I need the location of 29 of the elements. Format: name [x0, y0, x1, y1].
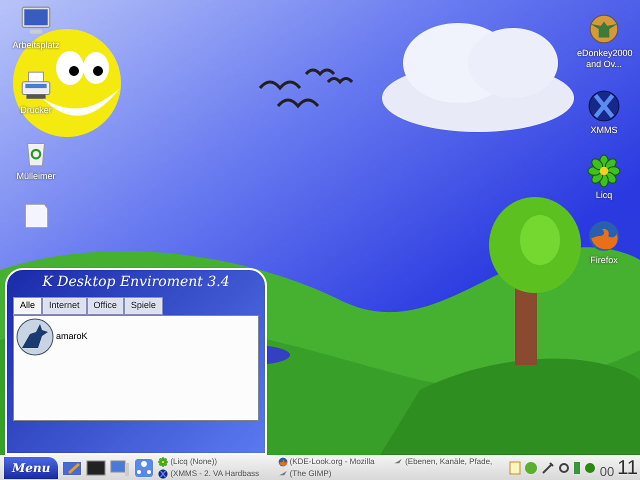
monitor-icon[interactable] [110, 458, 130, 478]
clipboard-icon[interactable] [508, 460, 521, 474]
launcher-tab[interactable]: Internet [42, 297, 87, 314]
globe-icon [587, 219, 621, 253]
task-button[interactable]: (Ebenen, Kanäle, Pfade, [405, 456, 492, 468]
ring-icon[interactable] [558, 462, 570, 474]
clock[interactable]: 00 11 [600, 458, 640, 478]
launcher-title: K Desktop Enviroment 3.4 [41, 273, 231, 292]
launcher-tab[interactable]: Alle [13, 297, 42, 314]
launcher-tab[interactable]: Office [86, 297, 124, 314]
launcher-item[interactable]: amaroK [56, 330, 88, 344]
task-button[interactable]: (Licq (None)) [170, 456, 218, 468]
task-button[interactable]: (The GIMP) [290, 468, 332, 480]
launcher-tab[interactable]: Spiele [124, 297, 163, 314]
desktop-icon-label[interactable]: XMMS [575, 124, 633, 136]
xmms-icon [587, 88, 621, 122]
task-button[interactable]: (KDE-Look.org - Mozilla [290, 456, 375, 468]
menu-button[interactable]: Menu [4, 456, 58, 478]
desktop-icon-label[interactable]: eDonkey2000 and Ov... [575, 48, 633, 70]
brush-icon [278, 468, 288, 478]
wolf-icon [16, 318, 54, 356]
task-button[interactable]: (XMMS - 2. VA Hardbass [170, 468, 260, 480]
desktop-icon-label[interactable]: Licq [575, 190, 633, 201]
xmms-icon [158, 468, 168, 478]
globe-icon [278, 456, 288, 466]
terminal-icon[interactable] [86, 458, 106, 478]
network-icon[interactable] [134, 458, 154, 478]
clock-minutes: 11 [617, 458, 638, 478]
clock-hours: 00 [600, 464, 614, 478]
